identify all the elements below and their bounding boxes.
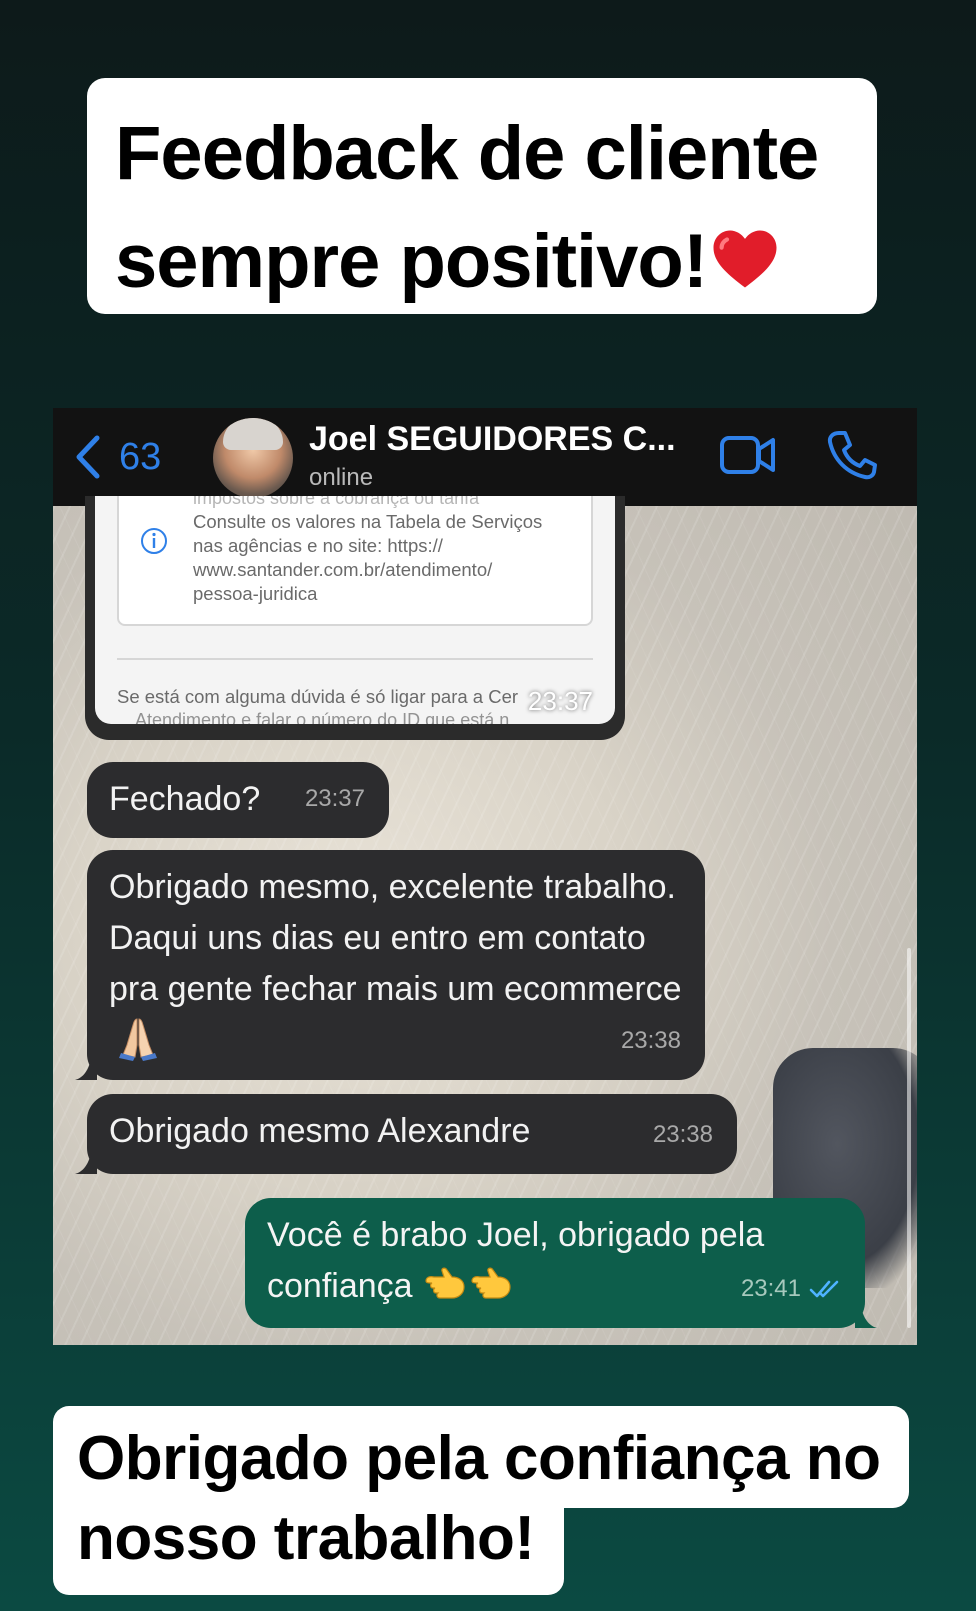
- message-time: 23:41: [740, 1275, 801, 1302]
- message-bubble-incoming[interactable]: Obrigado mesmo Alexandre 23:38: [75, 1094, 737, 1174]
- caption-top-line2: sempre positivo!: [115, 219, 708, 304]
- receipt-info-box: impostos sobre a cobrança ou tarifa Cons…: [117, 496, 593, 626]
- double-check-read-icon: [809, 1280, 839, 1297]
- caption-top-line2-wrap: sempre positivo!: [115, 208, 849, 316]
- unread-count: 63: [119, 435, 162, 478]
- message-time: 23:38: [652, 1121, 713, 1148]
- video-call-icon[interactable]: [719, 432, 777, 478]
- chat-header: 63 Joel SEGUIDORES C... online: [53, 408, 917, 506]
- message-bubble-incoming[interactable]: Fechado? 23:37: [87, 762, 389, 838]
- chat-screenshot: 63 Joel SEGUIDORES C... online impostos …: [53, 408, 917, 1345]
- receipt-image: impostos sobre a cobrança ou tarifa Cons…: [95, 496, 615, 724]
- bubble-tail: [75, 1152, 97, 1174]
- message-time-wrap: 23:41: [741, 1263, 841, 1314]
- back-button[interactable]: 63: [73, 432, 161, 482]
- contact-status: online: [309, 464, 374, 491]
- contact-name[interactable]: Joel SEGUIDORES C...: [309, 420, 676, 459]
- message-bubble-incoming[interactable]: Obrigado mesmo, excelente trabalho. Daqu…: [75, 850, 705, 1080]
- bubble-tail: [855, 1306, 877, 1328]
- receipt-faded-text: impostos sobre a cobrança ou tarifa: [193, 496, 480, 508]
- bubble-tail: [75, 1058, 97, 1080]
- heart-icon: [713, 230, 777, 288]
- image-message-bubble[interactable]: impostos sobre a cobrança ou tarifa Cons…: [85, 496, 625, 740]
- message-time: 23:38: [620, 1027, 681, 1054]
- phone-call-icon[interactable]: [825, 428, 879, 482]
- receipt-bottom-line1: Se está com alguma dúvida é só ligar par…: [117, 686, 519, 707]
- hand-pointing-left-emoji-icon: [471, 1267, 511, 1299]
- message-time: 23:37: [527, 686, 593, 716]
- receipt-divider: [117, 658, 593, 660]
- caption-bottom-line2-box: nosso trabalho!: [53, 1500, 564, 1595]
- caption-top: Feedback de cliente sempre positivo!: [87, 78, 877, 314]
- avatar-hair: [223, 418, 283, 450]
- info-icon: [141, 528, 167, 554]
- scrollbar[interactable]: [907, 948, 911, 1328]
- folded-hands-emoji-icon: [119, 1018, 157, 1061]
- caption-bottom-line2: nosso trabalho!: [77, 1504, 535, 1573]
- caption-top-line1: Feedback de cliente: [115, 111, 819, 196]
- message-text-content: Você é brabo Joel, obrigado pela confian…: [267, 1216, 765, 1305]
- avatar[interactable]: [213, 418, 293, 498]
- message-bubble-outgoing[interactable]: Você é brabo Joel, obrigado pela confian…: [245, 1198, 877, 1328]
- message-time: 23:37: [304, 785, 365, 812]
- message-text-content: Obrigado mesmo, excelente trabalho. Daqu…: [109, 868, 682, 1008]
- chevron-left-icon: [76, 435, 100, 479]
- caption-bottom-line1: Obrigado pela confiança no: [77, 1424, 881, 1493]
- message-text: Obrigado mesmo Alexandre: [109, 1112, 531, 1150]
- receipt-bottom-line2: Atendimento e falar o número do ID que e…: [135, 710, 510, 724]
- receipt-text: Consulte os valores na Tabela de Serviço…: [193, 511, 543, 604]
- hand-pointing-left-emoji-icon: [425, 1267, 465, 1299]
- message-text: Obrigado mesmo, excelente trabalho. Daqu…: [109, 862, 683, 1070]
- caption-bottom-line1-box: Obrigado pela confiança no: [53, 1406, 909, 1508]
